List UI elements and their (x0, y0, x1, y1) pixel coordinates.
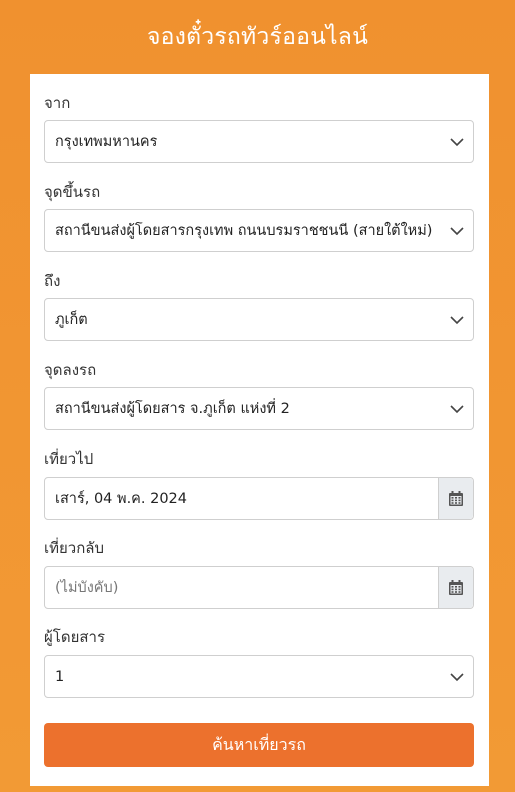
from-select[interactable]: กรุงเทพมหานคร (44, 120, 474, 163)
chevron-down-icon (450, 673, 464, 682)
from-label: จาก (44, 94, 71, 112)
page-header: จองตั๋วรถทัวร์ออนไลน์ (0, 0, 515, 74)
passengers-select-value: 1 (55, 668, 65, 685)
return-label: เที่ยวกลับ (44, 539, 105, 557)
booking-form: จาก กรุงเทพมหานคร จุดขึ้นรถ สถานีขนส่งผู… (30, 74, 489, 786)
to-select-value: ภูเก็ต (55, 312, 88, 328)
dropoff-select-value: สถานีขนส่งผู้โดยสาร จ.ภูเก็ต แห่งที่ 2 (55, 401, 290, 417)
search-trips-button[interactable]: ค้นหาเที่ยวรถ (44, 723, 474, 767)
chevron-down-icon (450, 138, 464, 147)
pickup-select[interactable]: สถานีขนส่งผู้โดยสารกรุงเทพ ถนนบรมราชชนนี… (44, 209, 474, 252)
chevron-down-icon (450, 227, 464, 236)
depart-calendar-button[interactable] (438, 478, 473, 519)
dropoff-label: จุดลงรถ (44, 361, 97, 379)
pickup-select-value: สถานีขนส่งผู้โดยสารกรุงเทพ ถนนบรมราชชนนี… (55, 223, 433, 239)
chevron-down-icon (450, 316, 464, 325)
page-title: จองตั๋วรถทัวร์ออนไลน์ (146, 24, 368, 50)
to-select[interactable]: ภูเก็ต (44, 298, 474, 341)
passengers-label: ผู้โดยสาร (44, 628, 106, 646)
to-label: ถึง (44, 272, 61, 290)
return-date-field[interactable]: (ไม่บังคับ) (44, 566, 474, 609)
passengers-select[interactable]: 1 (44, 655, 474, 698)
depart-date-value: เสาร์, 04 พ.ค. 2024 (55, 491, 188, 507)
calendar-icon (449, 491, 463, 506)
chevron-down-icon (450, 405, 464, 414)
dropoff-select[interactable]: สถานีขนส่งผู้โดยสาร จ.ภูเก็ต แห่งที่ 2 (44, 387, 474, 430)
depart-date-field[interactable]: เสาร์, 04 พ.ค. 2024 (44, 477, 474, 520)
return-calendar-button[interactable] (438, 567, 473, 608)
depart-label: เที่ยวไป (44, 450, 94, 468)
pickup-label: จุดขึ้นรถ (44, 183, 101, 201)
from-select-value: กรุงเทพมหานคร (55, 134, 158, 150)
calendar-icon (449, 580, 463, 595)
return-date-placeholder: (ไม่บังคับ) (55, 580, 119, 596)
